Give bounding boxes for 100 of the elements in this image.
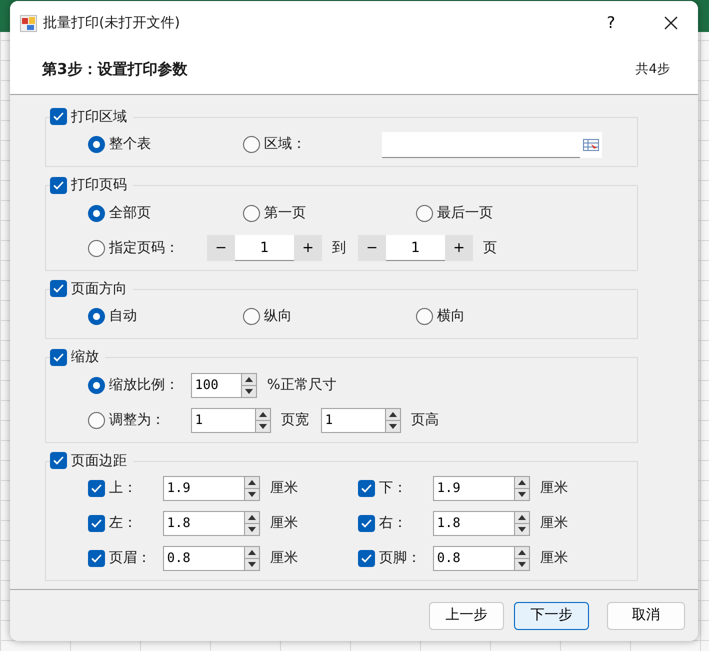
radio-option[interactable]: 第一页	[243, 202, 416, 224]
section-checkbox[interactable]: 缩放	[50, 347, 99, 368]
app-icon	[20, 14, 37, 32]
spin-up-button[interactable]	[514, 546, 530, 560]
check-icon	[53, 352, 64, 362]
radio-option[interactable]: 纵向	[243, 306, 416, 328]
radio-option[interactable]: 缩放比例：	[88, 374, 191, 396]
check-icon	[361, 519, 372, 528]
spin-up-button[interactable]	[244, 476, 260, 490]
plus-button[interactable]: +	[445, 235, 473, 262]
unit-label: 页	[483, 238, 497, 258]
dialog-button[interactable]: 下一步	[514, 602, 589, 630]
spin-up-button[interactable]	[244, 546, 260, 560]
up-arrow-icon	[248, 550, 256, 556]
page-number-field[interactable]: 1	[235, 235, 294, 262]
section-checkbox[interactable]: 打印页码	[50, 175, 127, 196]
number-field[interactable]: 1	[321, 408, 385, 433]
spin-down-button[interactable]	[385, 420, 401, 433]
down-arrow-icon	[248, 492, 256, 498]
number-field[interactable]: 1.9	[163, 476, 244, 502]
unit-label: 厘米	[540, 514, 568, 534]
number-field[interactable]: 0.8	[163, 546, 244, 572]
section-checkbox[interactable]: 打印区域	[50, 106, 127, 127]
check-icon	[53, 456, 64, 466]
radio-option[interactable]: 整个表	[88, 134, 243, 156]
section-checkbox[interactable]: 页面边距	[50, 450, 127, 471]
radio-option[interactable]: 区域：	[243, 134, 362, 156]
check-icon	[91, 484, 102, 494]
up-arrow-icon	[518, 550, 526, 556]
unit-label: 厘米	[540, 479, 568, 498]
unit-label: 页高	[411, 410, 439, 430]
up-arrow-icon	[389, 412, 397, 417]
step-count: 共4步	[636, 60, 670, 79]
radio-option[interactable]: 全部页	[88, 202, 243, 224]
unit-label: %正常尺寸	[267, 376, 336, 395]
plus-button[interactable]: +	[294, 235, 322, 262]
margin-checkbox[interactable]: 下：	[358, 478, 433, 500]
spin-up-button[interactable]	[514, 511, 530, 524]
unit-label: 厘米	[270, 479, 299, 498]
radio-option[interactable]: 指定页码：	[88, 238, 207, 259]
help-button[interactable]: ?	[586, 5, 636, 41]
spin-down-button[interactable]	[514, 524, 530, 536]
radio-option[interactable]: 自动	[88, 306, 243, 328]
margin-checkbox[interactable]: 页脚：	[358, 548, 433, 570]
radio-option[interactable]: 横向	[416, 306, 465, 328]
spin-down-button[interactable]	[241, 386, 257, 398]
range-field[interactable]	[382, 132, 580, 158]
spin-up-button[interactable]	[385, 408, 401, 421]
check-icon	[53, 112, 64, 122]
down-arrow-icon	[518, 492, 526, 498]
spin-down-button[interactable]	[244, 559, 260, 572]
margin-checkbox[interactable]: 上：	[88, 478, 163, 500]
spin-up-button[interactable]	[514, 476, 530, 490]
down-arrow-icon	[389, 424, 397, 429]
minus-button[interactable]: −	[207, 235, 235, 262]
margin-checkbox[interactable]: 左：	[88, 513, 163, 534]
check-icon	[91, 554, 102, 564]
up-arrow-icon	[248, 515, 256, 520]
number-field[interactable]: 0.8	[433, 546, 514, 572]
number-field[interactable]: 1.8	[163, 511, 244, 536]
check-icon	[91, 519, 102, 528]
down-arrow-icon	[248, 527, 256, 532]
number-field[interactable]: 100	[191, 372, 241, 398]
up-arrow-icon	[259, 412, 267, 417]
spin-down-button[interactable]	[244, 489, 260, 502]
margin-checkbox[interactable]: 右：	[358, 513, 433, 534]
unit-label: 到	[332, 238, 346, 258]
minus-button[interactable]: −	[358, 235, 386, 262]
number-field[interactable]: 1.9	[433, 476, 514, 502]
spin-up-button[interactable]	[241, 372, 257, 386]
dialog-button[interactable]: 取消	[607, 602, 685, 630]
page-number-field[interactable]: 1	[386, 235, 445, 262]
dialog-button[interactable]: 上一步	[429, 602, 504, 630]
spin-down-button[interactable]	[514, 559, 530, 572]
range-picker-button[interactable]	[580, 132, 602, 158]
check-icon	[361, 554, 372, 564]
radio-option[interactable]: 最后一页	[416, 202, 493, 224]
down-arrow-icon	[245, 388, 253, 394]
unit-label: 厘米	[270, 514, 299, 534]
number-field[interactable]: 1.8	[433, 511, 514, 536]
spin-down-button[interactable]	[255, 420, 271, 433]
check-icon	[53, 284, 64, 294]
spin-down-button[interactable]	[244, 524, 260, 536]
down-arrow-icon	[518, 527, 526, 532]
spin-down-button[interactable]	[514, 489, 530, 502]
spin-up-button[interactable]	[244, 511, 260, 524]
unit-label: 厘米	[540, 549, 568, 568]
spin-up-button[interactable]	[255, 408, 271, 421]
section-checkbox[interactable]: 页面方向	[50, 278, 127, 299]
down-arrow-icon	[518, 562, 526, 568]
down-arrow-icon	[259, 424, 267, 429]
unit-label: 厘米	[270, 549, 299, 568]
number-field[interactable]: 1	[191, 408, 255, 433]
radio-option[interactable]: 调整为：	[88, 410, 191, 431]
step-title: 第3步：设置打印参数	[42, 59, 188, 80]
down-arrow-icon	[248, 562, 256, 568]
margin-checkbox[interactable]: 页眉：	[88, 548, 163, 570]
up-arrow-icon	[518, 480, 526, 486]
check-icon	[361, 484, 372, 494]
unit-label: 页宽	[281, 410, 309, 430]
